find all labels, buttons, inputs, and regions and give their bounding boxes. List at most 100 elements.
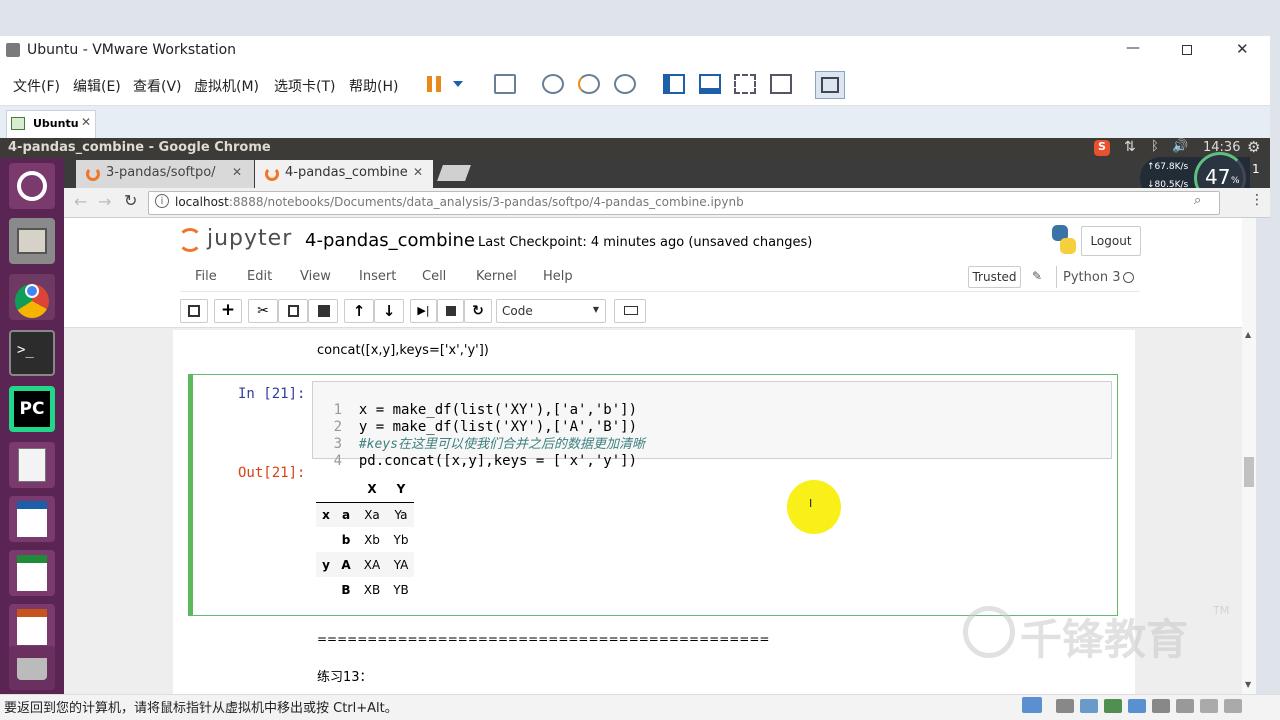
jmenu-edit[interactable]: Edit bbox=[247, 269, 272, 284]
unity-icon[interactable] bbox=[770, 74, 792, 94]
command-palette-button[interactable] bbox=[614, 299, 646, 323]
menu-view[interactable]: 查看(V) bbox=[133, 76, 182, 96]
menu-tabs[interactable]: 选项卡(T) bbox=[274, 76, 335, 96]
terminal-icon[interactable]: >_ bbox=[9, 330, 55, 376]
paste-button[interactable] bbox=[308, 299, 338, 323]
library-view-icon[interactable] bbox=[663, 74, 685, 94]
inner-index: B bbox=[341, 582, 351, 597]
jmenu-help[interactable]: Help bbox=[543, 269, 573, 284]
calc-icon[interactable] bbox=[9, 550, 55, 596]
writer-icon[interactable] bbox=[9, 496, 55, 542]
console-view-icon[interactable] bbox=[699, 74, 721, 94]
vmware-app-icon bbox=[6, 43, 20, 57]
settings-gear-icon[interactable]: ⚙ bbox=[1247, 138, 1260, 156]
inner-index: a bbox=[341, 507, 351, 522]
cell-value: Ya bbox=[394, 507, 408, 522]
cpu-percent: 47 bbox=[1205, 165, 1231, 189]
menu-help[interactable]: 帮助(H) bbox=[349, 76, 398, 96]
scroll-up-icon[interactable]: ▲ bbox=[1245, 330, 1251, 339]
tab-ubuntu[interactable]: Ubuntu ✕ bbox=[6, 110, 96, 138]
fullscreen-icon[interactable] bbox=[734, 74, 756, 94]
save-button[interactable] bbox=[180, 299, 208, 323]
pause-icon[interactable] bbox=[427, 76, 441, 92]
chrome-icon[interactable] bbox=[9, 274, 55, 320]
jupyter-logo-icon[interactable] bbox=[178, 228, 202, 252]
files-icon[interactable] bbox=[9, 218, 55, 264]
pycharm-icon[interactable]: PC bbox=[9, 386, 55, 432]
zoom-icon[interactable]: ⌕ bbox=[1194, 193, 1201, 208]
jmenu-insert[interactable]: Insert bbox=[359, 269, 396, 284]
tab-close-icon[interactable]: ✕ bbox=[232, 165, 242, 179]
tab-3-pandas-softpo[interactable]: 3-pandas/softpo/ ✕ bbox=[76, 160, 254, 188]
table-row: B XB YB bbox=[316, 577, 414, 602]
send-keys-icon[interactable] bbox=[494, 74, 516, 94]
menu-file[interactable]: 文件(F) bbox=[13, 76, 60, 96]
scrollbar-thumb[interactable] bbox=[1244, 457, 1254, 487]
jmenu-kernel[interactable]: Kernel bbox=[476, 269, 517, 284]
cell-type-value: Code bbox=[502, 304, 533, 318]
kernel-name: Python 3 bbox=[1063, 270, 1121, 285]
sogou-input-icon[interactable]: S bbox=[1094, 140, 1110, 156]
logout-button[interactable]: Logout bbox=[1081, 226, 1141, 256]
impress-icon[interactable] bbox=[9, 604, 55, 650]
input-prompt: In [21]: bbox=[238, 386, 306, 402]
jupyter-favicon bbox=[86, 167, 100, 181]
net-upload-speed: ↑67.8K/s bbox=[1147, 162, 1189, 172]
workspace-number: 1 bbox=[1252, 162, 1260, 176]
volume-icon[interactable]: 🔊 bbox=[1172, 139, 1188, 154]
cut-button[interactable]: ✂ bbox=[248, 299, 278, 323]
edit-pencil-icon[interactable]: ✎ bbox=[1032, 269, 1042, 283]
thumbnail-view-icon[interactable] bbox=[815, 71, 845, 99]
snapshot-manager-icon[interactable] bbox=[614, 74, 636, 94]
tab-4-pandas-combine[interactable]: 4-pandas_combine ✕ bbox=[255, 160, 433, 188]
code-line-4: 4 pd.concat([x,y],keys = ['x','y']) bbox=[318, 436, 637, 470]
menu-vm[interactable]: 虚拟机(M) bbox=[194, 76, 259, 96]
inner-index: A bbox=[341, 557, 351, 572]
kernel-idle-icon bbox=[1123, 272, 1134, 283]
jupyter-logo-text[interactable]: jupyter bbox=[207, 226, 292, 251]
column-header: Y bbox=[396, 482, 406, 497]
select-arrow-icon: ▼ bbox=[592, 305, 599, 314]
jmenu-file[interactable]: File bbox=[195, 269, 217, 284]
move-up-button[interactable]: ↑ bbox=[344, 299, 374, 323]
copy-button[interactable] bbox=[278, 299, 308, 323]
bluetooth-icon[interactable]: ᛒ bbox=[1151, 139, 1159, 154]
network-icon[interactable]: ⇅ bbox=[1124, 139, 1136, 155]
forward-icon[interactable]: → bbox=[98, 192, 111, 211]
back-icon[interactable]: ← bbox=[74, 192, 87, 211]
restart-button[interactable]: ↻ bbox=[464, 299, 492, 323]
move-down-button[interactable]: ↓ bbox=[374, 299, 404, 323]
notebook-name[interactable]: 4-pandas_combine bbox=[305, 230, 475, 251]
scroll-down-icon[interactable]: ▼ bbox=[1245, 680, 1251, 689]
code-text: pd.concat([x,y],keys = ['x','y']) bbox=[358, 453, 638, 469]
url-host: localhost bbox=[175, 195, 229, 209]
vm-tab-close-icon[interactable]: ✕ bbox=[81, 115, 91, 129]
run-button[interactable]: ▶| bbox=[410, 299, 437, 323]
dropdown-arrow-icon[interactable] bbox=[453, 81, 463, 87]
separator-text: ========================================… bbox=[317, 632, 770, 646]
vm-tab-label: Ubuntu bbox=[33, 117, 79, 130]
minimize-icon[interactable]: — bbox=[1126, 40, 1142, 56]
jmenu-view[interactable]: View bbox=[300, 269, 331, 284]
jmenu-cell[interactable]: Cell bbox=[422, 269, 446, 284]
revert-snapshot-icon[interactable] bbox=[578, 74, 600, 94]
reload-icon[interactable]: ↻ bbox=[124, 191, 137, 210]
snapshot-icon[interactable] bbox=[542, 74, 564, 94]
cell-type-select[interactable]: Code ▼ bbox=[496, 299, 606, 323]
page-scrollbar[interactable] bbox=[1242, 218, 1256, 694]
chrome-menu-icon[interactable]: ⋮ bbox=[1250, 192, 1264, 208]
vm-device-icons[interactable] bbox=[1022, 697, 1252, 715]
close-icon[interactable]: ✕ bbox=[1236, 40, 1249, 58]
new-tab-button[interactable] bbox=[437, 165, 471, 181]
trash-icon[interactable] bbox=[9, 646, 55, 690]
page-info-icon[interactable]: i bbox=[155, 194, 169, 208]
tab-close-icon[interactable]: ✕ bbox=[413, 165, 423, 179]
dash-home-icon[interactable] bbox=[9, 163, 55, 209]
kernel-divider bbox=[1056, 266, 1057, 288]
menu-edit[interactable]: 编辑(E) bbox=[73, 76, 121, 96]
trusted-indicator[interactable]: Trusted bbox=[968, 266, 1021, 288]
insert-cell-button[interactable]: + bbox=[214, 299, 242, 323]
restore-icon[interactable] bbox=[1182, 45, 1192, 55]
interrupt-button[interactable] bbox=[437, 299, 464, 323]
text-editor-icon[interactable] bbox=[9, 442, 55, 488]
